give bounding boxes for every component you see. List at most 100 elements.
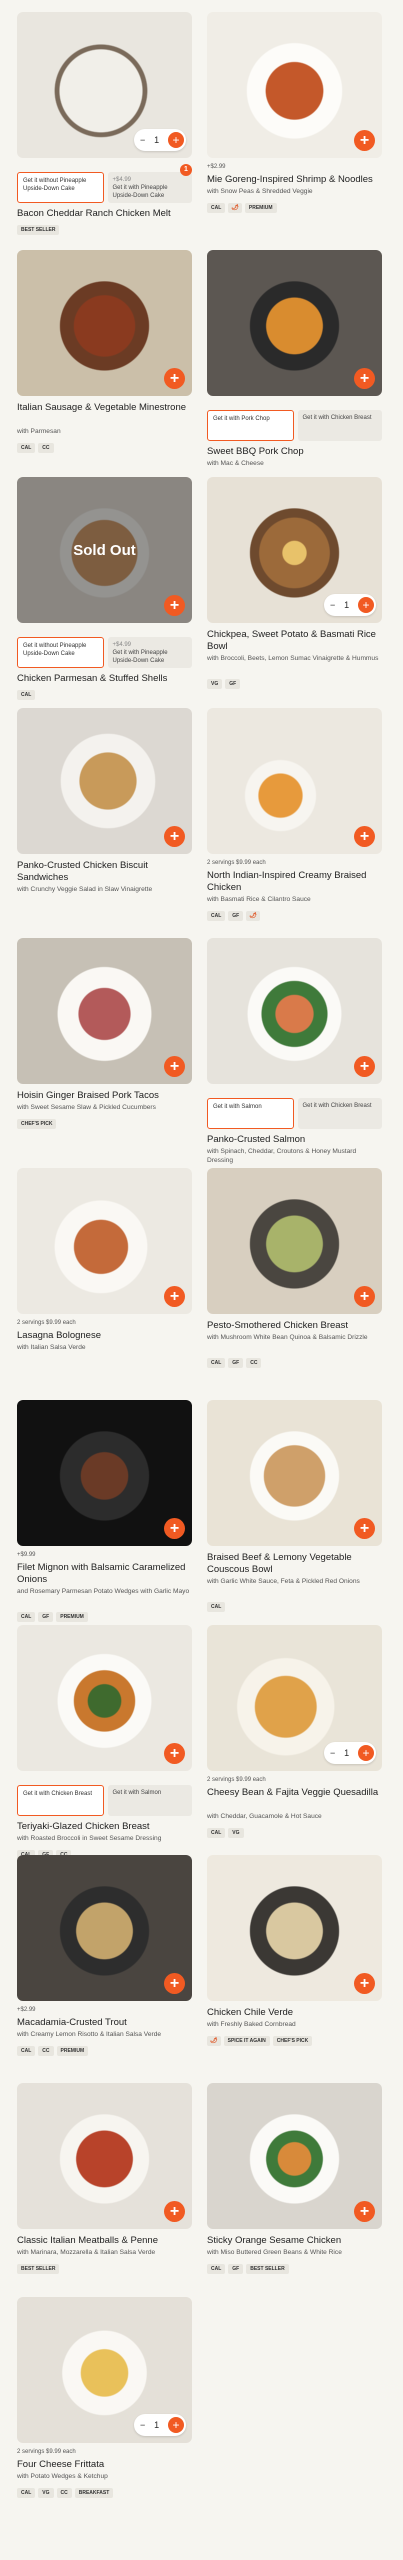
tag-badge: BEST SELLER [17, 225, 60, 235]
meal-card[interactable]: + Italian Sausage & Vegetable Minestrone w… [17, 250, 192, 475]
meal-title[interactable]: Cheesy Bean & Fajita Veggie Quesadilla [207, 1787, 382, 1799]
meal-card[interactable]: Sold Out + Get it without Pineapple Upside… [17, 477, 192, 702]
price-note: +$2.99 [17, 2007, 36, 2013]
meal-card[interactable]: + Get it with Pork Chop Get it with Chicke… [207, 250, 382, 475]
option-button[interactable]: Get it with Chicken Breast [297, 410, 382, 441]
meal-card[interactable]: + +$2.99 Mie Goreng-Inspired Shrimp & Nood… [207, 12, 382, 237]
option-button[interactable]: Get it with Pork Chop [207, 410, 294, 441]
meal-title[interactable]: Sticky Orange Sesame Chicken [207, 2235, 382, 2247]
meal-title[interactable]: Lasagna Bolognese [17, 1330, 192, 1342]
add-to-cart-button[interactable]: + [164, 1518, 185, 1539]
add-to-cart-button[interactable]: + [354, 2201, 375, 2222]
meal-title[interactable]: Teriyaki-Glazed Chicken Breast [17, 1821, 192, 1833]
meal-subtitle: with Snow Peas & Shredded Veggie [207, 188, 313, 195]
meal-card[interactable]: + Get it with Salmon Get it with Chicken B… [207, 938, 382, 1182]
option-label: Get it with Chicken Breast [23, 1791, 93, 1797]
add-to-cart-button[interactable]: + [164, 2201, 185, 2222]
meal-title[interactable]: Chicken Chile Verde [207, 2007, 382, 2019]
option-button[interactable]: Get it with Salmon [107, 1785, 192, 1816]
meal-card[interactable]: + Pesto-Smothered Chicken Breast with Mush… [207, 1168, 382, 1393]
meal-card[interactable]: + Chicken Chile Verde with Freshly Baked C… [207, 1855, 382, 2080]
meal-card[interactable]: −1 + Chickpea, Sweet Potato & Basmati Rice… [207, 477, 382, 702]
add-to-cart-button[interactable]: + [164, 1743, 185, 1764]
meal-title[interactable]: Filet Mignon with Balsamic Caramelized O… [17, 1562, 192, 1586]
option-price: +$4.99 [112, 642, 132, 648]
meal-card[interactable]: + Braised Beef & Lemony Vegetable Couscou… [207, 1400, 382, 1625]
quantity-stepper[interactable]: −1 + [134, 129, 186, 151]
meal-card[interactable]: + +$9.99 Filet Mignon with Balsamic Carame… [17, 1400, 192, 1625]
remove-icon[interactable]: − [330, 1748, 335, 1758]
meal-card[interactable]: + Classic Italian Meatballs & Penne with M… [17, 2083, 192, 2308]
meal-title[interactable]: Classic Italian Meatballs & Penne [17, 2235, 192, 2247]
add-to-cart-button[interactable]: + [354, 826, 375, 847]
option-button[interactable]: Get it with Salmon [207, 1098, 294, 1129]
meal-title[interactable]: Pesto-Smothered Chicken Breast [207, 1320, 382, 1332]
add-to-cart-button[interactable]: + [354, 1518, 375, 1539]
meal-title[interactable]: Four Cheese Frittata [17, 2459, 192, 2471]
meal-card[interactable]: +2 servings $9.99 each North Indian-Inspi… [207, 708, 382, 933]
tag-badge: CC [38, 2046, 54, 2056]
meal-subtitle: with Mushroom White Bean Quinoa & Balsam… [207, 1334, 368, 1341]
add-icon[interactable]: + [168, 132, 184, 148]
add-to-cart-button[interactable]: + [164, 1973, 185, 1994]
option-button[interactable]: Get it without Pineapple Upside-Down Cak… [17, 637, 104, 668]
add-to-cart-button[interactable]: + [164, 595, 185, 616]
meal-card[interactable]: + Hoisin Ginger Braised Pork Tacos with Sw… [17, 938, 192, 1163]
meal-title[interactable]: Sweet BBQ Pork Chop [207, 446, 382, 458]
price-note: +$9.99 [17, 1552, 36, 1558]
meal-title[interactable]: Panko-Crusted Chicken Biscuit Sandwiches [17, 860, 192, 884]
add-to-cart-button[interactable]: + [354, 1286, 375, 1307]
tag-badge: PREMIUM [244, 203, 277, 213]
add-to-cart-button[interactable]: + [354, 368, 375, 389]
tag-badge: CAL [17, 1612, 36, 1622]
meal-title[interactable]: Chickpea, Sweet Potato & Basmati Rice Bo… [207, 629, 382, 653]
meal-title[interactable]: Chicken Parmesan & Stuffed Shells [17, 673, 192, 685]
option-button[interactable]: Get it with Chicken Breast [17, 1785, 104, 1816]
meal-card[interactable]: + Sticky Orange Sesame Chicken with Miso B… [207, 2083, 382, 2308]
option-selector[interactable]: Get it with Salmon Get it with Chicken Br… [207, 1098, 382, 1129]
remove-icon[interactable]: − [140, 135, 145, 145]
add-icon[interactable]: + [358, 597, 374, 613]
quantity-stepper[interactable]: −1 + [324, 1742, 376, 1764]
add-to-cart-button[interactable]: + [354, 130, 375, 151]
tag-list: CAL GF PREMIUM [17, 1612, 88, 1622]
meal-card[interactable]: + Panko-Crusted Chicken Biscuit Sandwiche… [17, 708, 192, 933]
add-to-cart-button[interactable]: + [164, 1056, 185, 1077]
add-to-cart-button[interactable]: + [164, 1286, 185, 1307]
option-selector[interactable]: Get it with Chicken Breast Get it with Sa… [17, 1785, 192, 1816]
meal-card[interactable]: + Get it with Chicken Breast Get it with S… [17, 1625, 192, 1860]
add-to-cart-button[interactable]: + [164, 368, 185, 389]
meal-title[interactable]: Hoisin Ginger Braised Pork Tacos [17, 1090, 192, 1102]
meal-title[interactable]: Italian Sausage & Vegetable Minestrone [17, 402, 192, 414]
option-button[interactable]: +$4.99 Get it with Pineapple Upside-Down … [107, 637, 192, 668]
meal-title[interactable]: North Indian-Inspired Creamy Braised Chi… [207, 870, 382, 894]
option-selector[interactable]: Get it without Pineapple Upside-Down Cak… [17, 637, 192, 668]
option-button[interactable]: +$4.99 Get it with Pineapple Upside-Down … [107, 172, 192, 203]
add-icon[interactable]: + [358, 1745, 374, 1761]
meal-card[interactable]: +2 servings $9.99 each Lasagna Bolognese w… [17, 1168, 192, 1393]
meal-title[interactable]: Macadamia-Crusted Trout [17, 2017, 192, 2029]
quantity-stepper[interactable]: −1 + [324, 594, 376, 616]
option-button[interactable]: Get it with Chicken Breast [297, 1098, 382, 1129]
option-button[interactable]: Get it without Pineapple Upside-Down Cak… [17, 172, 104, 203]
meal-title[interactable]: Braised Beef & Lemony Vegetable Couscous… [207, 1552, 382, 1576]
meal-title[interactable]: Mie Goreng-Inspired Shrimp & Noodles [207, 174, 382, 186]
add-icon[interactable]: + [168, 2417, 184, 2433]
meal-subtitle: with Miso Buttered Green Beans & White R… [207, 2249, 342, 2256]
add-to-cart-button[interactable]: + [354, 1973, 375, 1994]
tag-badge: VG [228, 1828, 244, 1838]
tag-badge: CAL [207, 2264, 226, 2274]
meal-card[interactable]: −1 +2 servings $9.99 each Cheesy Bean & Fa… [207, 1625, 382, 1850]
meal-card[interactable]: −1 + Get it without Pineapple Upside-Down … [17, 12, 192, 237]
option-selector[interactable]: Get it with Pork Chop Get it with Chicken… [207, 410, 382, 441]
meal-card[interactable]: −1 +2 servings $9.99 each Four Cheese Frit… [17, 2297, 192, 2522]
meal-title[interactable]: Bacon Cheddar Ranch Chicken Melt [17, 208, 192, 220]
remove-icon[interactable]: − [140, 2420, 145, 2430]
meal-card[interactable]: + +$2.99 Macadamia-Crusted Trout with Cream… [17, 1855, 192, 2080]
add-to-cart-button[interactable]: + [164, 826, 185, 847]
meal-title[interactable]: Panko-Crusted Salmon [207, 1134, 382, 1146]
quantity-stepper[interactable]: −1 + [134, 2414, 186, 2436]
option-selector[interactable]: Get it without Pineapple Upside-Down Cak… [17, 172, 192, 203]
remove-icon[interactable]: − [330, 600, 335, 610]
add-to-cart-button[interactable]: + [354, 1056, 375, 1077]
